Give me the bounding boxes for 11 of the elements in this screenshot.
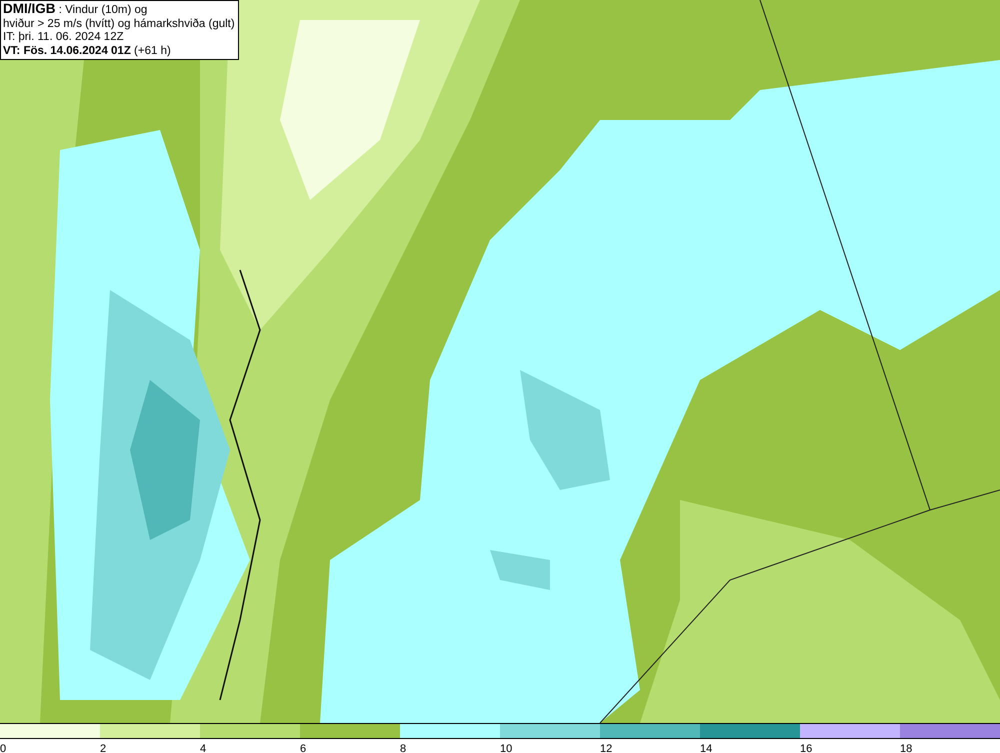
info-box: DMI/IGB : Vindur (10m) og hviður > 25 m/s (hvítt) og hámarkshviða (gult) IT: þri. 11. 06. 2024 12Z VT: Fös. 14.06.2024 01Z (+61 h): [0, 0, 239, 60]
legend-label: 10: [500, 743, 512, 753]
legend-label: 14: [700, 743, 712, 753]
legend-label: 6: [300, 743, 306, 753]
legend-label: 12: [600, 743, 612, 753]
legend-label: 8: [400, 743, 406, 753]
legend-label: 0: [0, 743, 6, 753]
legend-label: 4: [200, 743, 206, 753]
legend-label: 18: [900, 743, 912, 753]
legend-label: 2: [100, 743, 106, 753]
legend-label: 16: [800, 743, 812, 753]
